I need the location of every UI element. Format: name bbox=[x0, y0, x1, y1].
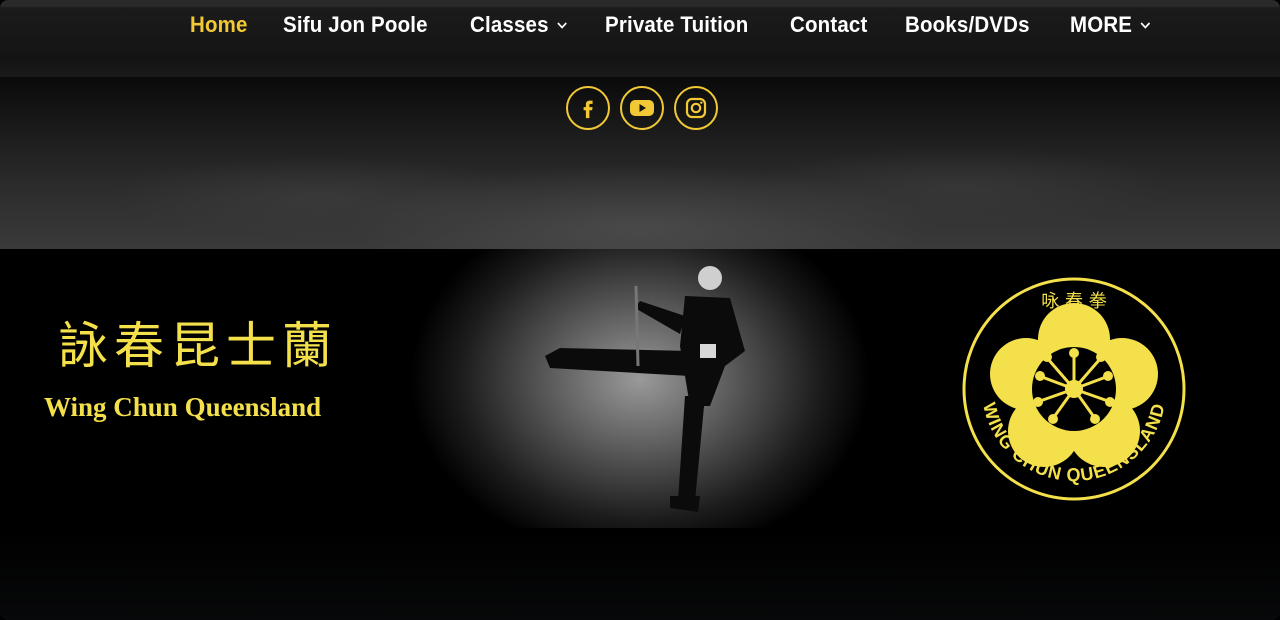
nav-item-more[interactable]: MORE bbox=[1070, 12, 1151, 38]
page-content-background bbox=[0, 528, 1280, 620]
nav-item-label: Classes bbox=[469, 12, 549, 37]
nav-item-sifu-jon-poole[interactable]: Sifu Jon Poole bbox=[283, 12, 428, 38]
martial-artist-image bbox=[545, 266, 745, 512]
nav-item-label: Private Tuition bbox=[605, 12, 749, 37]
nav-item-label: Contact bbox=[790, 12, 868, 37]
chevron-down-icon bbox=[556, 22, 566, 29]
nav-item-classes[interactable]: Classes bbox=[470, 12, 567, 38]
wing-chun-queensland-logo: WING CHUN QUEENSLAND 咏 春 拳 bbox=[962, 277, 1186, 501]
youtube-icon bbox=[630, 100, 654, 116]
instagram-icon bbox=[685, 97, 707, 119]
nav-item-label: Books/DVDs bbox=[904, 12, 1030, 37]
chinese-title: 詠春昆士蘭 bbox=[58, 317, 338, 375]
nav-item-private-tuition[interactable]: Private Tuition bbox=[605, 12, 748, 38]
main-menu: Home Sifu Jon Poole Classes Private Tuit… bbox=[190, 9, 1187, 41]
top-navigation-bar: Home Sifu Jon Poole Classes Private Tuit… bbox=[0, 0, 1280, 77]
english-title: Wing Chun Queensland bbox=[44, 392, 322, 422]
chevron-down-icon bbox=[1140, 22, 1150, 29]
logo-chinese-text: 咏 春 拳 bbox=[1041, 291, 1106, 312]
nav-item-label: Sifu Jon Poole bbox=[282, 12, 428, 37]
nav-item-contact[interactable]: Contact bbox=[790, 12, 867, 38]
instagram-link[interactable] bbox=[674, 86, 718, 130]
social-links bbox=[566, 86, 718, 130]
youtube-link[interactable] bbox=[620, 86, 664, 130]
facebook-link[interactable] bbox=[566, 86, 610, 130]
nav-item-label: Home bbox=[190, 12, 248, 37]
nav-item-home[interactable]: Home bbox=[190, 12, 248, 38]
nav-item-label: MORE bbox=[1069, 12, 1132, 37]
page: Home Sifu Jon Poole Classes Private Tuit… bbox=[0, 0, 1280, 620]
facebook-icon bbox=[583, 100, 593, 119]
nav-item-books-dvds[interactable]: Books/DVDs bbox=[905, 12, 1030, 38]
